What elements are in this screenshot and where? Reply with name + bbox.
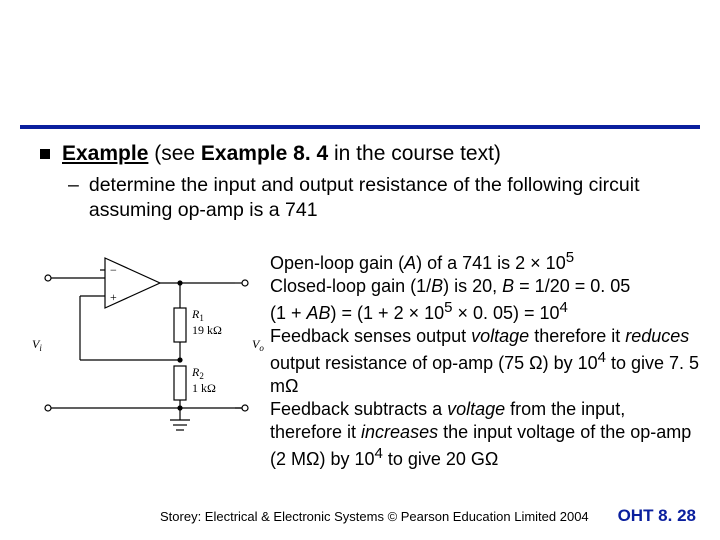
slide-container: Example (see Example 8. 4 in the course … bbox=[0, 0, 720, 540]
svg-text:R2: R2 bbox=[191, 365, 204, 381]
line-input-resistance: Feedback subtracts a voltage from the in… bbox=[270, 398, 700, 471]
footer-page-number: OHT 8. 28 bbox=[618, 506, 696, 526]
opamp-minus-icon: − bbox=[110, 263, 117, 277]
bullet-1-text: Example (see Example 8. 4 in the course … bbox=[62, 140, 501, 167]
circuit-figure: − + Vi Vo R1 19 kΩ R2 1 kΩ bbox=[20, 248, 270, 471]
line-1-plus-ab: (1 + AB) = (1 + 2 × 105 × 0. 05) = 104 bbox=[270, 298, 700, 325]
bullet-2-text: determine the input and output resistanc… bbox=[89, 173, 680, 222]
bullet-level-2: – determine the input and output resista… bbox=[68, 173, 680, 222]
svg-text:19 kΩ: 19 kΩ bbox=[192, 323, 222, 337]
explanation-text: Open-loop gain (A) of a 741 is 2 × 105 C… bbox=[270, 248, 700, 471]
content-row: − + Vi Vo R1 19 kΩ R2 1 kΩ Open-loop gai… bbox=[20, 248, 700, 471]
line-closed-loop: Closed-loop gain (1/B) is 20, B = 1/20 =… bbox=[270, 275, 700, 298]
example-label: Example bbox=[62, 142, 148, 165]
svg-text:Vi: Vi bbox=[32, 337, 42, 353]
opamp-svg-icon: − + Vi Vo R1 19 kΩ R2 1 kΩ bbox=[20, 248, 270, 463]
line-open-loop: Open-loop gain (A) of a 741 is 2 × 105 bbox=[270, 248, 700, 275]
square-bullet-icon bbox=[40, 149, 50, 159]
dash-bullet-icon: – bbox=[68, 173, 79, 222]
line-output-resistance: Feedback senses output voltage therefore… bbox=[270, 325, 700, 398]
header-rule bbox=[20, 125, 700, 129]
opamp-plus-icon: + bbox=[110, 290, 117, 304]
footer-citation: Storey: Electrical & Electronic Systems … bbox=[160, 509, 589, 524]
svg-text:1 kΩ: 1 kΩ bbox=[192, 381, 216, 395]
bullet-level-1: Example (see Example 8. 4 in the course … bbox=[40, 140, 680, 167]
body-text: Example (see Example 8. 4 in the course … bbox=[40, 140, 680, 222]
example-ref: Example 8. 4 bbox=[201, 142, 328, 165]
svg-text:Vo: Vo bbox=[252, 337, 264, 353]
svg-text:R1: R1 bbox=[191, 307, 204, 323]
